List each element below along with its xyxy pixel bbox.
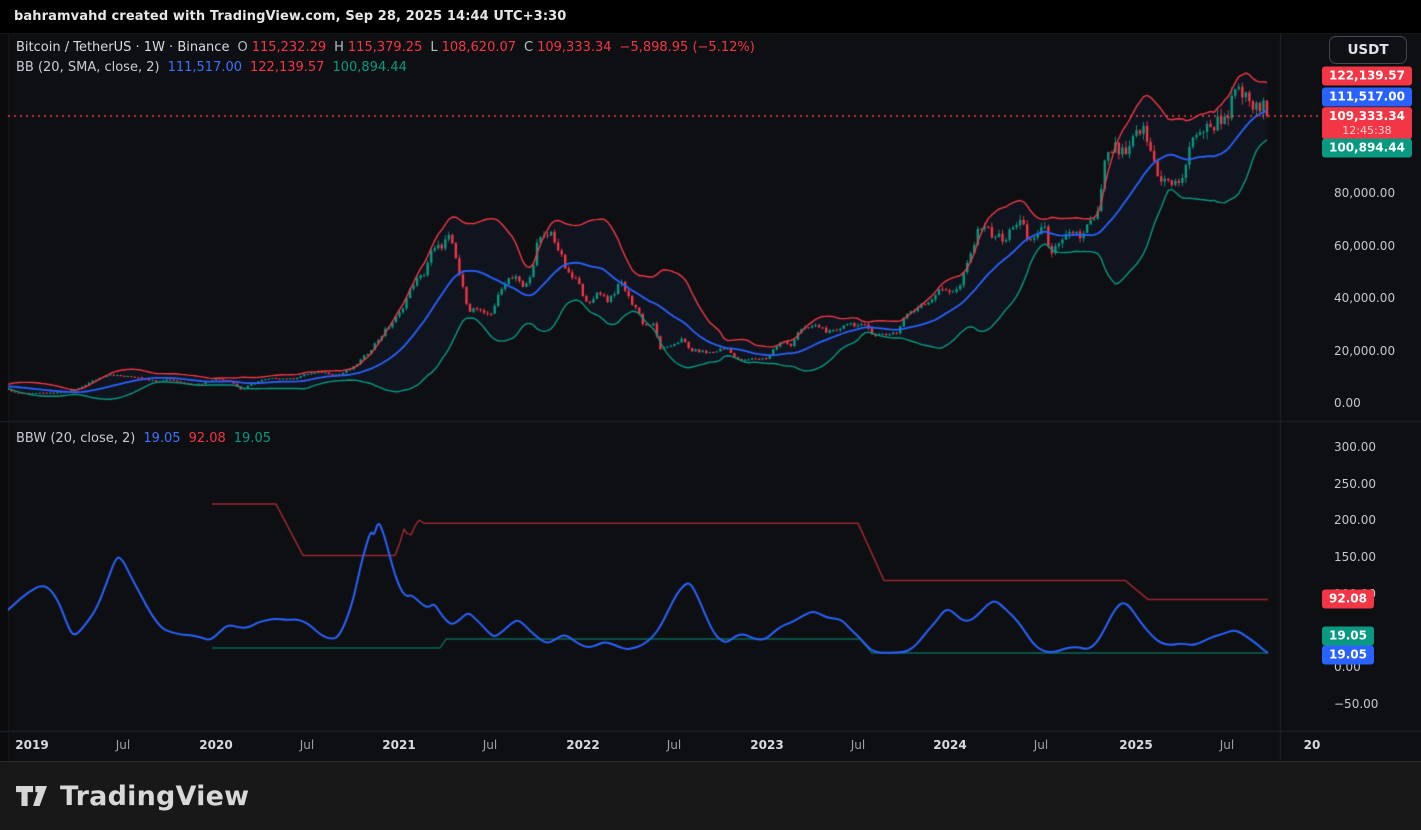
time-tick-label: Jul: [1220, 738, 1234, 752]
legend-item: Bitcoin / TetherUS · 1W · Binance: [16, 40, 229, 55]
bbw-tick-label: 300.00: [1334, 440, 1376, 454]
time-tick-label: 2024: [933, 738, 966, 752]
time-tick-label: 20: [1304, 738, 1321, 752]
time-tick-label: Jul: [1034, 738, 1048, 752]
price-label-badge: 100,894.44: [1322, 139, 1412, 158]
legend-item: L: [430, 40, 437, 55]
price-tick-label: 20,000.00: [1334, 344, 1395, 358]
footer-bar: TradingView: [0, 761, 1421, 830]
legend-item: C: [524, 40, 533, 55]
tradingview-logo-text: TradingView: [60, 781, 249, 812]
currency-toggle-button[interactable]: USDT: [1329, 36, 1407, 64]
bbw-tick-label: −50.00: [1334, 697, 1378, 711]
attribution-text: bahramvahd created with TradingView.com,…: [14, 9, 566, 24]
legend-item: 19.05: [143, 431, 180, 446]
legend-item: BBW (20, close, 2): [16, 431, 135, 446]
time-tick-label: 2021: [382, 738, 415, 752]
time-tick-label: 2025: [1119, 738, 1152, 752]
time-tick-label: Jul: [667, 738, 681, 752]
symbol-legend-row[interactable]: Bitcoin / TetherUS · 1W · Binance O 115,23…: [16, 40, 763, 55]
price-label-badge: 122,139.57: [1322, 67, 1412, 86]
price-label-badge: 19.05: [1322, 646, 1374, 665]
price-tick-label: 0.00: [1334, 396, 1361, 410]
legend-item: 92.08: [189, 431, 226, 446]
bbw-indicator-legend-row[interactable]: BBW (20, close, 2) 19.05 92.08 19.05: [16, 431, 279, 446]
time-tick-label: 2020: [199, 738, 232, 752]
legend-item: 111,517.00: [168, 60, 242, 75]
legend-item: 115,379.25: [348, 40, 422, 55]
time-tick-label: Jul: [300, 738, 314, 752]
time-tick-label: Jul: [116, 738, 130, 752]
price-label-badge: 19.05: [1322, 627, 1374, 646]
legend-item: 100,894.44: [332, 60, 406, 75]
time-tick-label: 2023: [750, 738, 783, 752]
bb-indicator-legend-row[interactable]: BB (20, SMA, close, 2) 111,517.00 122,139.…: [16, 60, 415, 75]
chart-canvas[interactable]: [0, 0, 1421, 829]
legend-item: 19.05: [234, 431, 271, 446]
bbw-tick-label: 200.00: [1334, 513, 1376, 527]
legend-item: −5,898.95 (−5.12%): [620, 40, 755, 55]
legend-item: H: [334, 40, 344, 55]
legend-item: 122,139.57: [250, 60, 324, 75]
price-label-badge: 111,517.00: [1322, 88, 1412, 107]
legend-item: O: [237, 40, 247, 55]
bbw-tick-label: 250.00: [1334, 477, 1376, 491]
price-tick-label: 80,000.00: [1334, 186, 1395, 200]
price-tick-label: 40,000.00: [1334, 291, 1395, 305]
price-label-badge: 92.08: [1322, 590, 1374, 609]
price-label-badge: 109,333.3412:45:38: [1322, 107, 1412, 139]
bbw-tick-label: 150.00: [1334, 550, 1376, 564]
tradingview-chart-screenshot: bahramvahd created with TradingView.com,…: [0, 0, 1421, 829]
countdown-timer: 12:45:38: [1329, 124, 1405, 137]
tradingview-logo-icon: [13, 779, 50, 813]
legend-item: BB (20, SMA, close, 2): [16, 60, 160, 75]
time-tick-label: 2019: [15, 738, 48, 752]
legend-item: 109,333.34: [537, 40, 611, 55]
attribution-bar: bahramvahd created with TradingView.com,…: [0, 0, 1421, 34]
price-tick-label: 60,000.00: [1334, 239, 1395, 253]
legend-item: 115,232.29: [252, 40, 326, 55]
legend-item: 108,620.07: [442, 40, 516, 55]
tradingview-logo[interactable]: TradingView: [13, 779, 249, 813]
time-tick-label: Jul: [851, 738, 865, 752]
time-tick-label: Jul: [483, 738, 497, 752]
time-tick-label: 2022: [566, 738, 599, 752]
